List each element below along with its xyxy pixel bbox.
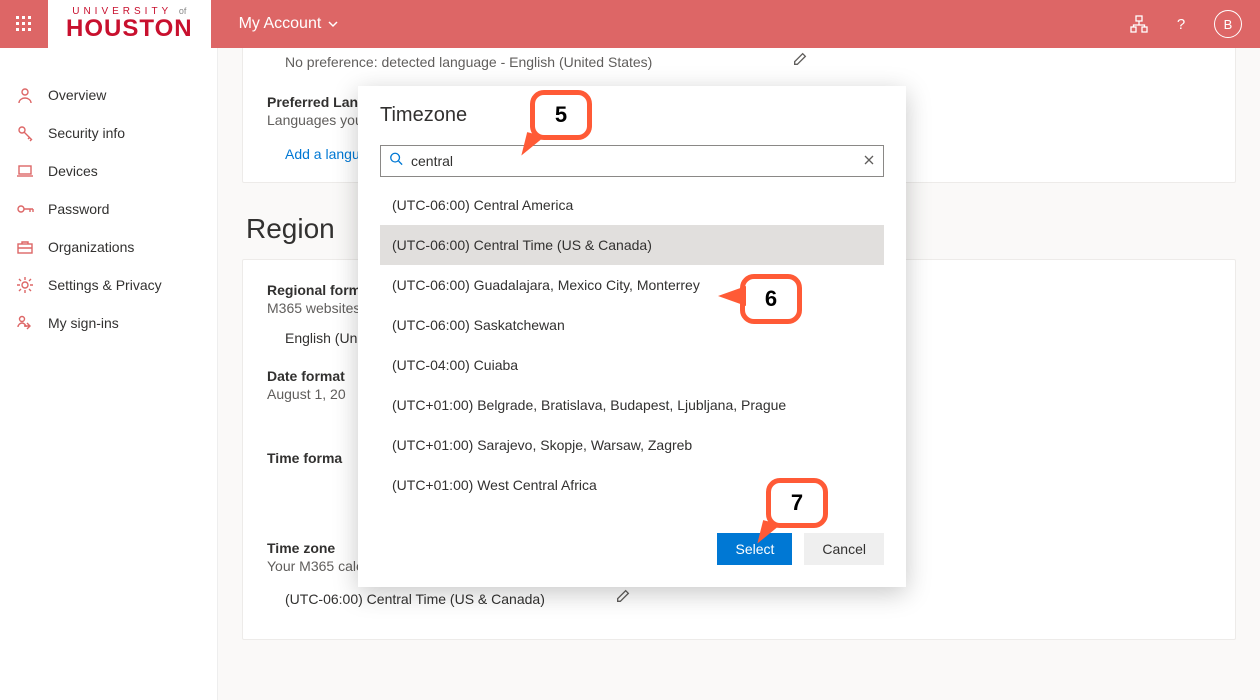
- sidebar-item-signins[interactable]: My sign-ins: [0, 304, 217, 342]
- timezone-option[interactable]: (UTC-06:00) Central America: [380, 185, 884, 225]
- nopref-text: No preference: detected language - Engli…: [285, 54, 652, 70]
- sidebar-item-label: Overview: [48, 87, 106, 103]
- signin-icon: [16, 314, 34, 332]
- sidebar-item-label: My sign-ins: [48, 315, 119, 331]
- logo-line2: HOUSTON: [66, 17, 193, 41]
- search-icon: [389, 152, 403, 171]
- clear-search-button[interactable]: [863, 153, 875, 169]
- timezone-search-input[interactable]: [381, 146, 883, 176]
- chevron-down-icon: [327, 18, 339, 30]
- waffle-icon: [16, 16, 32, 32]
- annotation-callout-7: 7: [766, 478, 828, 528]
- callout-number: 7: [791, 490, 803, 516]
- sidebar-item-organizations[interactable]: Organizations: [0, 228, 217, 266]
- select-button[interactable]: Select: [717, 533, 792, 565]
- header-bar: UNIVERSITY of HOUSTON My Account ? B: [0, 0, 1260, 48]
- time-zone-value: (UTC-06:00) Central Time (US & Canada): [285, 591, 545, 607]
- timezone-option[interactable]: (UTC+01:00) Sarajevo, Skopje, Warsaw, Za…: [380, 425, 884, 465]
- annotation-callout-6: 6: [740, 274, 802, 324]
- timezone-option[interactable]: (UTC-06:00) Saskatchewan: [380, 305, 884, 345]
- sidebar-item-label: Organizations: [48, 239, 134, 255]
- key-icon: [16, 124, 34, 142]
- sidebar-item-password[interactable]: Password: [0, 190, 217, 228]
- sidebar-item-settings[interactable]: Settings & Privacy: [0, 266, 217, 304]
- annotation-callout-5: 5: [530, 90, 592, 140]
- timezone-list: (UTC-06:00) Central America (UTC-06:00) …: [380, 185, 884, 505]
- svg-text:?: ?: [1177, 16, 1185, 33]
- timezone-search[interactable]: [380, 145, 884, 177]
- gear-icon: [16, 276, 34, 294]
- avatar-initial: B: [1224, 17, 1233, 32]
- avatar[interactable]: B: [1214, 10, 1242, 38]
- briefcase-icon: [16, 238, 34, 256]
- callout-number: 5: [555, 102, 567, 128]
- org-logo: UNIVERSITY of HOUSTON: [48, 0, 211, 48]
- account-dropdown[interactable]: My Account: [239, 15, 340, 33]
- callout-number: 6: [765, 286, 777, 312]
- org-chart-icon[interactable]: [1130, 15, 1148, 33]
- help-icon[interactable]: ?: [1172, 15, 1190, 33]
- timezone-option[interactable]: (UTC+01:00) Belgrade, Bratislava, Budape…: [380, 385, 884, 425]
- dialog-title: Timezone: [380, 104, 884, 127]
- sidebar-item-label: Security info: [48, 125, 125, 141]
- sidebar-item-label: Devices: [48, 163, 98, 179]
- edit-language-button[interactable]: [792, 51, 808, 72]
- account-label: My Account: [239, 15, 322, 33]
- add-language-link[interactable]: Add a langu: [285, 146, 360, 162]
- edit-timezone-button[interactable]: [615, 588, 631, 609]
- timezone-option[interactable]: (UTC-06:00) Central Time (US & Canada): [380, 225, 884, 265]
- timezone-option[interactable]: (UTC-04:00) Cuiaba: [380, 345, 884, 385]
- sidebar-item-label: Settings & Privacy: [48, 277, 162, 293]
- app-launcher-button[interactable]: [0, 0, 48, 48]
- cancel-button[interactable]: Cancel: [804, 533, 884, 565]
- sidebar-item-security[interactable]: Security info: [0, 114, 217, 152]
- sidebar-item-label: Password: [48, 201, 109, 217]
- laptop-icon: [16, 162, 34, 180]
- sidebar-item-devices[interactable]: Devices: [0, 152, 217, 190]
- sidebar: Overview Security info Devices Password …: [0, 48, 218, 700]
- timezone-option[interactable]: (UTC-06:00) Guadalajara, Mexico City, Mo…: [380, 265, 884, 305]
- password-key-icon: [16, 200, 34, 218]
- person-icon: [16, 86, 34, 104]
- sidebar-item-overview[interactable]: Overview: [0, 76, 217, 114]
